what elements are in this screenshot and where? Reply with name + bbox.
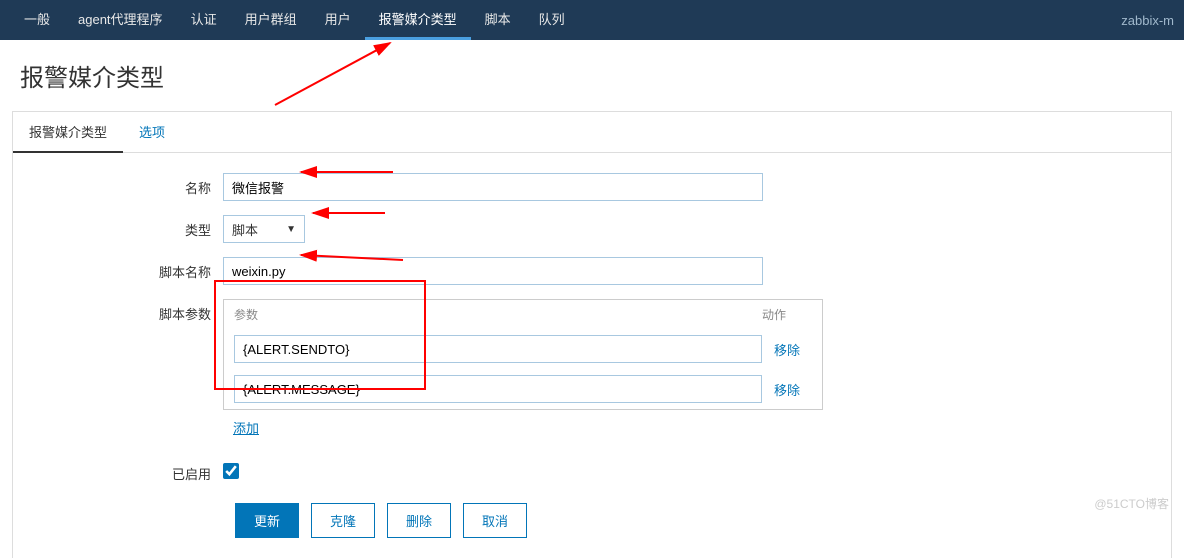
nav-hostname: zabbix-m xyxy=(1121,13,1174,28)
type-select[interactable]: 脚本 ▼ xyxy=(223,215,305,243)
nav-item-general[interactable]: 一般 xyxy=(10,0,64,40)
type-select-value: 脚本 xyxy=(232,220,258,239)
update-button[interactable]: 更新 xyxy=(235,503,299,538)
nav-item-queue[interactable]: 队列 xyxy=(525,0,579,40)
cancel-button[interactable]: 取消 xyxy=(463,503,527,538)
param-input-1[interactable] xyxy=(234,375,762,403)
param-remove-link-0[interactable]: 移除 xyxy=(774,340,812,359)
tabs-bar: 报警媒介类型 选项 xyxy=(13,112,1171,153)
clone-button[interactable]: 克隆 xyxy=(311,503,375,538)
params-header-action: 动作 xyxy=(762,306,812,323)
page-title: 报警媒介类型 xyxy=(0,40,1184,111)
param-remove-link-1[interactable]: 移除 xyxy=(774,380,812,399)
param-row: 移除 xyxy=(224,369,822,409)
param-row: 移除 xyxy=(224,329,822,369)
delete-button[interactable]: 删除 xyxy=(387,503,451,538)
chevron-down-icon: ▼ xyxy=(286,224,296,235)
nav-item-agent-proxy[interactable]: agent代理程序 xyxy=(64,0,177,40)
nav-item-scripts[interactable]: 脚本 xyxy=(471,0,525,40)
enabled-checkbox[interactable] xyxy=(223,463,239,479)
name-input[interactable] xyxy=(223,173,763,201)
tab-media-type[interactable]: 报警媒介类型 xyxy=(13,112,123,153)
script-name-label: 脚本名称 xyxy=(13,257,223,281)
watermark: @51CTO博客 xyxy=(1094,495,1169,512)
tab-options[interactable]: 选项 xyxy=(123,112,181,152)
nav-item-users[interactable]: 用户 xyxy=(311,0,365,40)
top-navigation: 一般 agent代理程序 认证 用户群组 用户 报警媒介类型 脚本 队列 zab… xyxy=(0,0,1184,40)
content-panel: 报警媒介类型 选项 名称 类型 脚本 ▼ 脚本名称 xyxy=(12,111,1172,558)
script-params-label: 脚本参数 xyxy=(13,299,223,323)
nav-item-auth[interactable]: 认证 xyxy=(177,0,231,40)
param-input-0[interactable] xyxy=(234,335,762,363)
params-header-param: 参数 xyxy=(234,306,762,323)
script-name-input[interactable] xyxy=(223,257,763,285)
nav-item-media-types[interactable]: 报警媒介类型 xyxy=(365,0,471,40)
enabled-label: 已启用 xyxy=(13,459,223,483)
name-label: 名称 xyxy=(13,173,223,197)
form-area: 名称 类型 脚本 ▼ 脚本名称 脚本参数 xyxy=(13,153,1171,558)
type-label: 类型 xyxy=(13,215,223,239)
params-table: 参数 动作 移除 移除 xyxy=(223,299,823,410)
add-param-link[interactable]: 添加 xyxy=(223,410,269,445)
button-row: 更新 克隆 删除 取消 xyxy=(235,503,1171,538)
nav-item-user-groups[interactable]: 用户群组 xyxy=(231,0,311,40)
